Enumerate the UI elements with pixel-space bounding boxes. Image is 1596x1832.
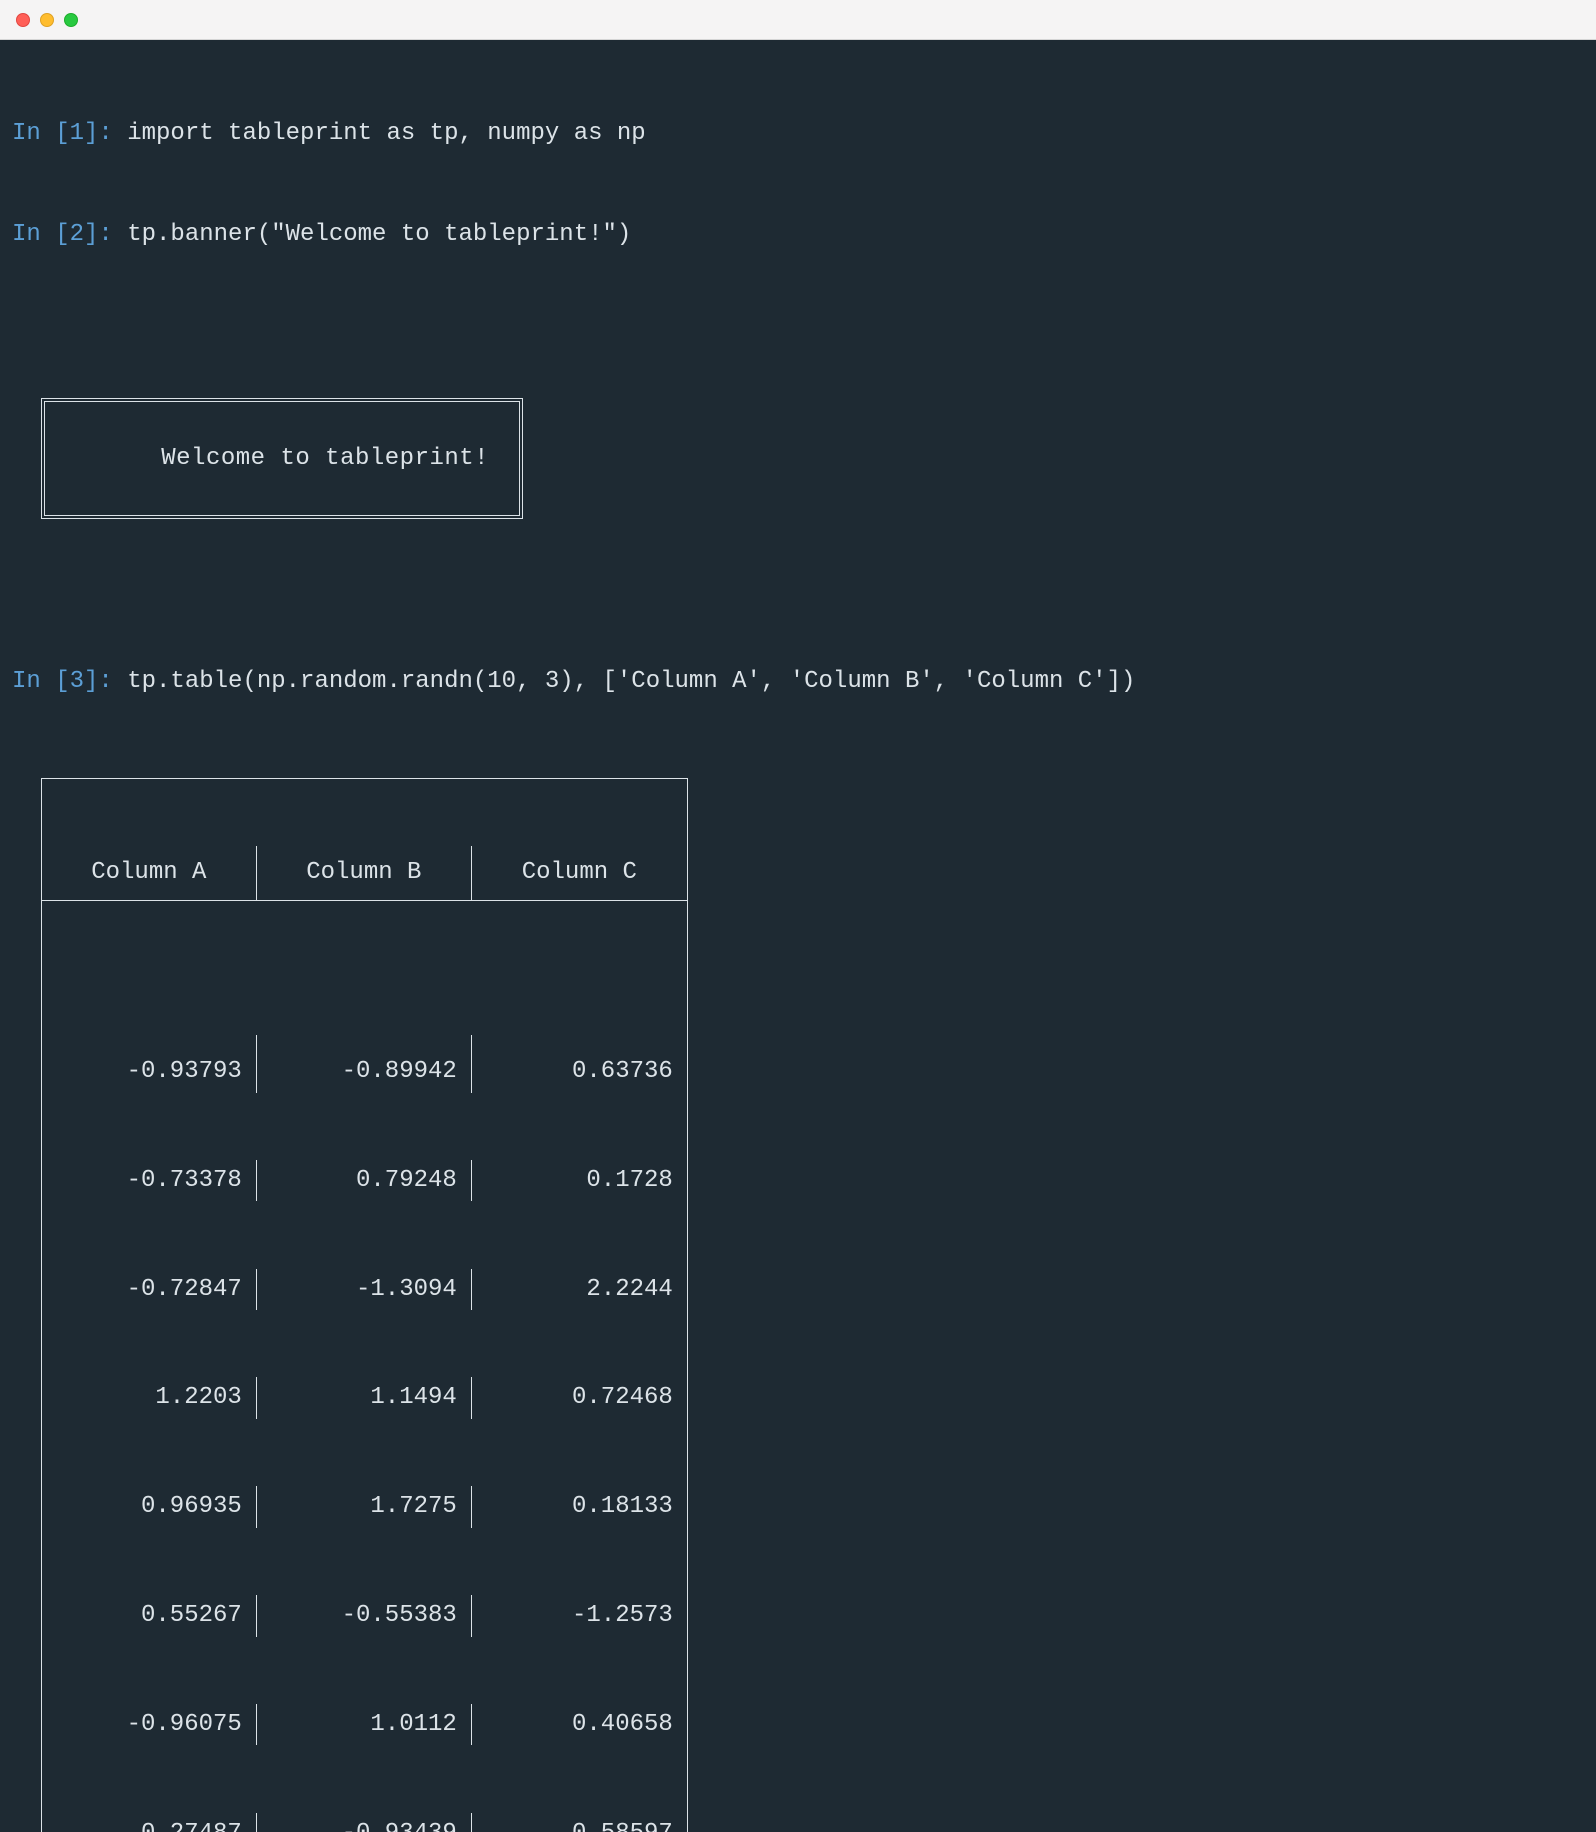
table-cell: -0.93439: [257, 1813, 472, 1832]
code-line-1: import tableprint as tp, numpy as np: [127, 120, 645, 147]
table-header-row: Column A Column B Column C: [42, 846, 687, 901]
table-cell: 0.1728: [472, 1160, 687, 1202]
table-row: -0.73378 0.79248 0.1728: [42, 1160, 687, 1202]
table-cell: -1.3094: [257, 1269, 472, 1311]
table-cell: 1.0112: [257, 1704, 472, 1746]
table-cell: -0.96075: [42, 1704, 257, 1746]
table-row: -0.72847 -1.3094 2.2244: [42, 1269, 687, 1311]
table-cell: 0.58597: [472, 1813, 687, 1832]
window-titlebar: [0, 0, 1596, 40]
table-cell: 1.7275: [257, 1486, 472, 1528]
table-cell: 0.79248: [257, 1160, 472, 1202]
terminal-area[interactable]: In [1]: import tableprint as tp, numpy a…: [0, 40, 1596, 1832]
code-line-2: tp.banner("Welcome to tableprint!"): [127, 221, 631, 248]
table-cell: 0.40658: [472, 1704, 687, 1746]
banner-text: Welcome to tableprint!: [161, 445, 489, 472]
table-row: 0.96935 1.7275 0.18133: [42, 1486, 687, 1528]
table-row: -0.96075 1.0112 0.40658: [42, 1704, 687, 1746]
table-cell: 1.2203: [42, 1377, 257, 1419]
input-line-3: In [3]: tp.table(np.random.randn(10, 3),…: [12, 665, 1584, 699]
table-cell: 0.72468: [472, 1377, 687, 1419]
table-cell: 2.2244: [472, 1269, 687, 1311]
table-cell: -0.89942: [257, 1035, 472, 1093]
close-window-button[interactable]: [16, 13, 30, 27]
table-cell: 0.27487: [42, 1813, 257, 1832]
table-row: -0.93793 -0.89942 0.63736: [42, 1035, 687, 1093]
table-header-cell: Column B: [257, 846, 472, 900]
code-line-3: tp.table(np.random.randn(10, 3), ['Colum…: [127, 668, 1135, 695]
table-cell: -0.72847: [42, 1269, 257, 1311]
input-line-2: In [2]: tp.banner("Welcome to tableprint…: [12, 218, 1584, 252]
banner-output: Welcome to tableprint!: [41, 331, 523, 586]
maximize-window-button[interactable]: [64, 13, 78, 27]
table-cell: -0.73378: [42, 1160, 257, 1202]
table-cell: -0.93793: [42, 1035, 257, 1093]
table-header-cell: Column A: [42, 846, 257, 900]
prompt-in-1: In [1]:: [12, 120, 127, 147]
table-output: Column A Column B Column C -0.93793 -0.8…: [41, 778, 688, 1832]
prompt-in-2: In [2]:: [12, 221, 127, 248]
table-row: 1.2203 1.1494 0.72468: [42, 1377, 687, 1419]
banner-frame: Welcome to tableprint!: [41, 398, 523, 519]
table-cell: 0.63736: [472, 1035, 687, 1093]
prompt-in-3: In [3]:: [12, 668, 127, 695]
table-cell: 0.55267: [42, 1595, 257, 1637]
table-body: -0.93793 -0.89942 0.63736 -0.73378 0.792…: [42, 968, 687, 1832]
table-header-cell: Column C: [472, 846, 687, 900]
table-cell: -0.55383: [257, 1595, 472, 1637]
input-line-1: In [1]: import tableprint as tp, numpy a…: [12, 117, 1584, 151]
table-cell: -1.2573: [472, 1595, 687, 1637]
table-row: 0.27487 -0.93439 0.58597: [42, 1813, 687, 1832]
table-cell: 1.1494: [257, 1377, 472, 1419]
minimize-window-button[interactable]: [40, 13, 54, 27]
table-cell: 0.18133: [472, 1486, 687, 1528]
table-cell: 0.96935: [42, 1486, 257, 1528]
table-row: 0.55267 -0.55383 -1.2573: [42, 1595, 687, 1637]
